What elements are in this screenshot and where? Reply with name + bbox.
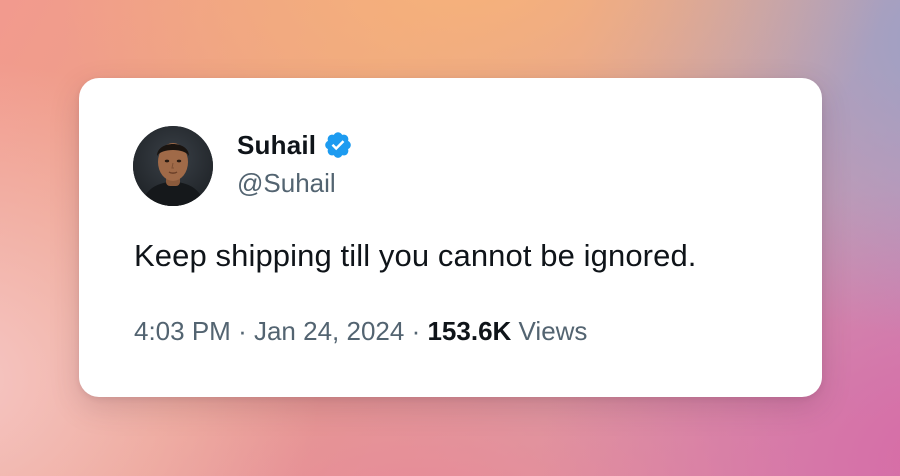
- avatar[interactable]: [133, 126, 213, 206]
- tweet-time[interactable]: 4:03 PM: [134, 316, 231, 346]
- tweet-text: Keep shipping till you cannot be ignored…: [134, 238, 697, 273]
- verified-badge-icon: [323, 130, 353, 160]
- avatar-photo: [133, 126, 213, 206]
- views-count[interactable]: 153.6K: [427, 316, 511, 346]
- meta-separator: ·: [411, 316, 421, 346]
- meta-separator: ·: [238, 316, 247, 346]
- tweet-meta: 4:03 PM · Jan 24, 2024 · 153.6K Views: [134, 316, 587, 347]
- tweet-date[interactable]: Jan 24, 2024: [254, 316, 404, 346]
- author-handle[interactable]: @Suhail: [237, 168, 336, 199]
- author-display-name[interactable]: Suhail: [237, 130, 316, 161]
- tweet-card: Suhail @Suhail Keep shipping till you ca…: [79, 78, 822, 397]
- views-label: Views: [518, 316, 588, 346]
- author-name-row: Suhail: [237, 128, 353, 162]
